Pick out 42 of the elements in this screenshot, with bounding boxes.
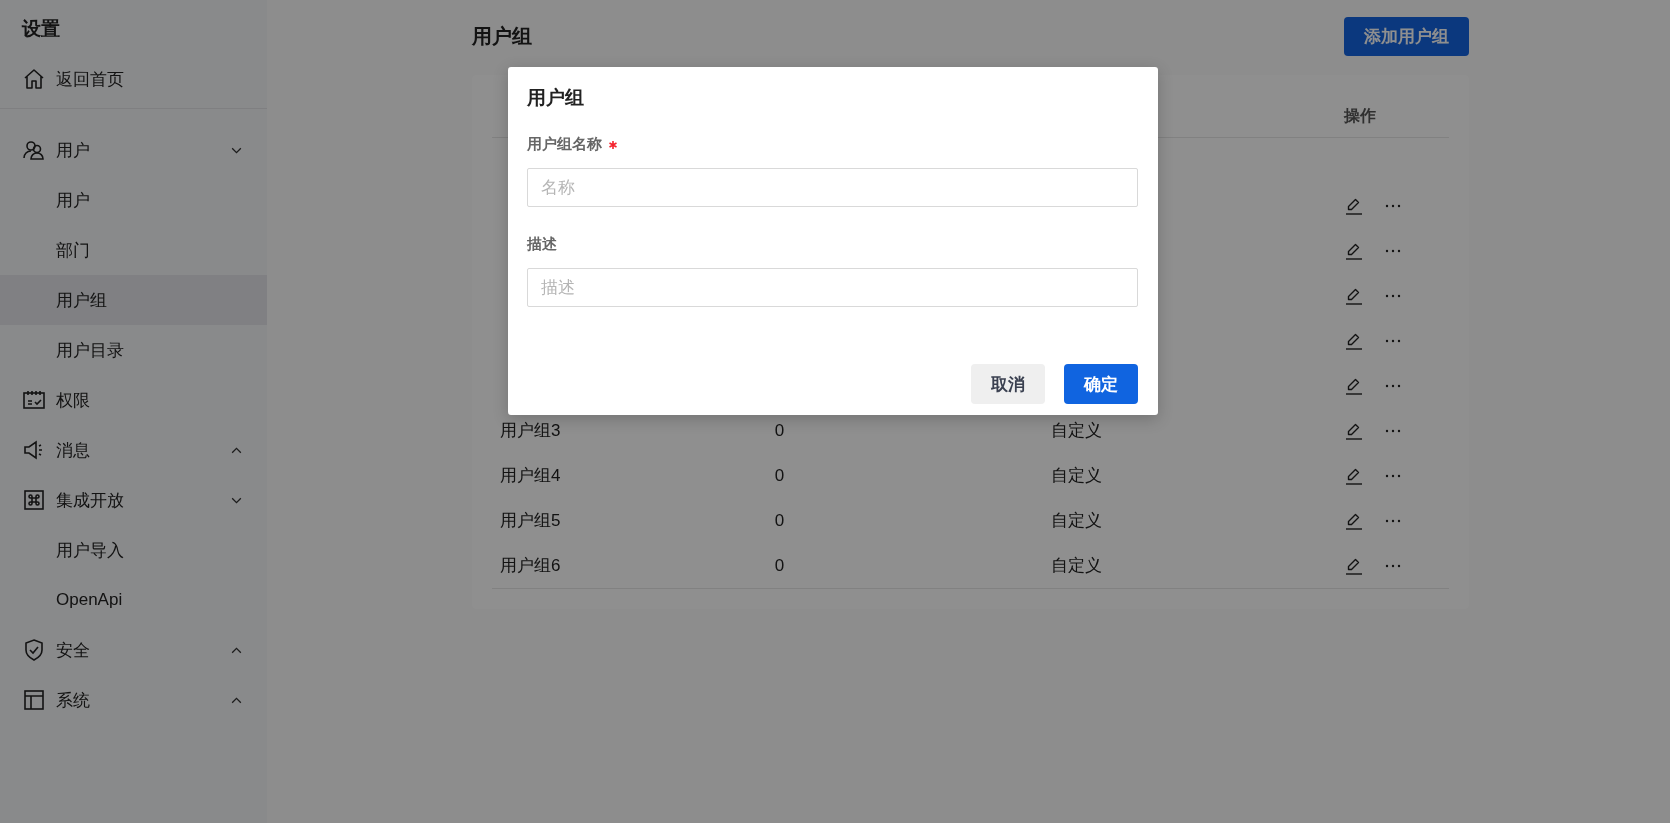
table-cell: 0 — [774, 420, 785, 440]
layout-icon — [22, 688, 46, 712]
table-cell: 用户组6 — [500, 556, 561, 575]
users-icon — [22, 138, 46, 162]
sidebar-group[interactable]: 系统 — [0, 675, 267, 725]
field-label: 描述 — [527, 235, 557, 254]
shield-icon — [22, 638, 46, 662]
sidebar-group[interactable]: 权限 — [0, 375, 267, 425]
sidebar-item[interactable]: 用户组 — [0, 275, 267, 325]
table-cell: 0 — [774, 510, 785, 530]
sidebar-item[interactable]: 用户导入 — [0, 525, 267, 575]
table-cell: 用户组4 — [500, 466, 561, 485]
confirm-button[interactable]: 确定 — [1064, 364, 1138, 404]
sidebar-item[interactable]: 用户目录 — [0, 325, 267, 375]
command-icon — [22, 488, 46, 512]
column-header: 操作 — [1342, 105, 1378, 126]
sidebar-item[interactable]: OpenApi — [0, 575, 267, 625]
home-icon — [22, 67, 46, 91]
table-cell: 自定义 — [1051, 556, 1103, 575]
sidebar-item[interactable]: 用户 — [0, 175, 267, 225]
cancel-button[interactable]: 取消 — [971, 364, 1045, 404]
table-cell: 自定义 — [1051, 511, 1103, 530]
input-field[interactable]: 描述 — [527, 268, 1138, 307]
table-cell: 自定义 — [1051, 466, 1103, 485]
table-cell: 0 — [774, 465, 785, 485]
table-cell: 用户组5 — [500, 511, 561, 530]
home-link[interactable]: 返回首页 — [0, 54, 267, 104]
dialog-title: 用户组 — [527, 86, 585, 110]
add-group-button[interactable]: 添加用户组 — [1344, 17, 1469, 56]
sidebar-group[interactable]: 集成开放 — [0, 475, 267, 525]
sidebar-group[interactable]: 安全 — [0, 625, 267, 675]
table-cell: 0 — [774, 555, 785, 575]
sidebar-title: 设置 — [20, 17, 61, 41]
field-label: 用户组名称 — [527, 135, 602, 154]
sidebar-item[interactable]: 部门 — [0, 225, 267, 275]
page-title: 用户组 — [472, 24, 532, 49]
input-field[interactable]: 名称 — [527, 168, 1138, 207]
table-cell: 用户组3 — [500, 421, 561, 440]
sidebar-group[interactable]: 用户 — [0, 125, 267, 175]
table-cell: 自定义 — [1051, 421, 1103, 440]
sidebar-group[interactable]: 消息 — [0, 425, 267, 475]
calendar-check-icon — [22, 388, 46, 412]
